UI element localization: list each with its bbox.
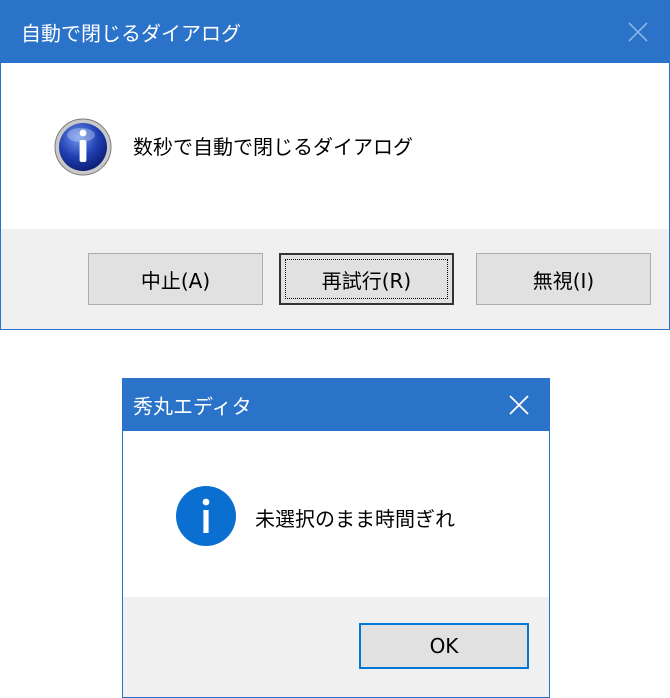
close-button[interactable] <box>489 379 549 431</box>
auto-close-dialog: 自動で閉じるダイアログ 数秒で自動で閉じるダイアログ 中止(A) 再試行(R) <box>0 0 670 330</box>
ignore-button[interactable]: 無視(I) <box>476 253 651 305</box>
dialog-button-bar: OK <box>123 597 549 697</box>
dialog-button-bar: 中止(A) 再試行(R) 無視(I) <box>1 229 669 329</box>
close-button <box>607 1 669 63</box>
ok-button[interactable]: OK <box>359 623 529 669</box>
ok-button-label: OK <box>429 634 459 658</box>
dialog-title: 秀丸エディタ <box>133 394 252 419</box>
dialog-titlebar[interactable]: 秀丸エディタ <box>123 379 549 431</box>
abort-button[interactable]: 中止(A) <box>88 253 263 305</box>
information-icon <box>176 486 236 546</box>
abort-button-label: 中止(A) <box>140 268 211 293</box>
retry-button[interactable]: 再試行(R) <box>279 253 454 305</box>
retry-button-label: 再試行(R) <box>321 268 412 293</box>
information-icon <box>54 118 112 176</box>
close-icon <box>509 395 529 415</box>
hidemaru-dialog: 秀丸エディタ 未選択のまま時間ぎれ OK <box>122 378 550 698</box>
dialog-message: 数秒で自動で閉じるダイアログ <box>133 135 413 159</box>
close-icon <box>628 22 648 42</box>
ignore-button-label: 無視(I) <box>532 268 595 293</box>
dialog-titlebar[interactable]: 自動で閉じるダイアログ <box>1 1 669 63</box>
dialog-message: 未選択のまま時間ぎれ <box>255 507 455 531</box>
dialog-title: 自動で閉じるダイアログ <box>21 21 241 46</box>
